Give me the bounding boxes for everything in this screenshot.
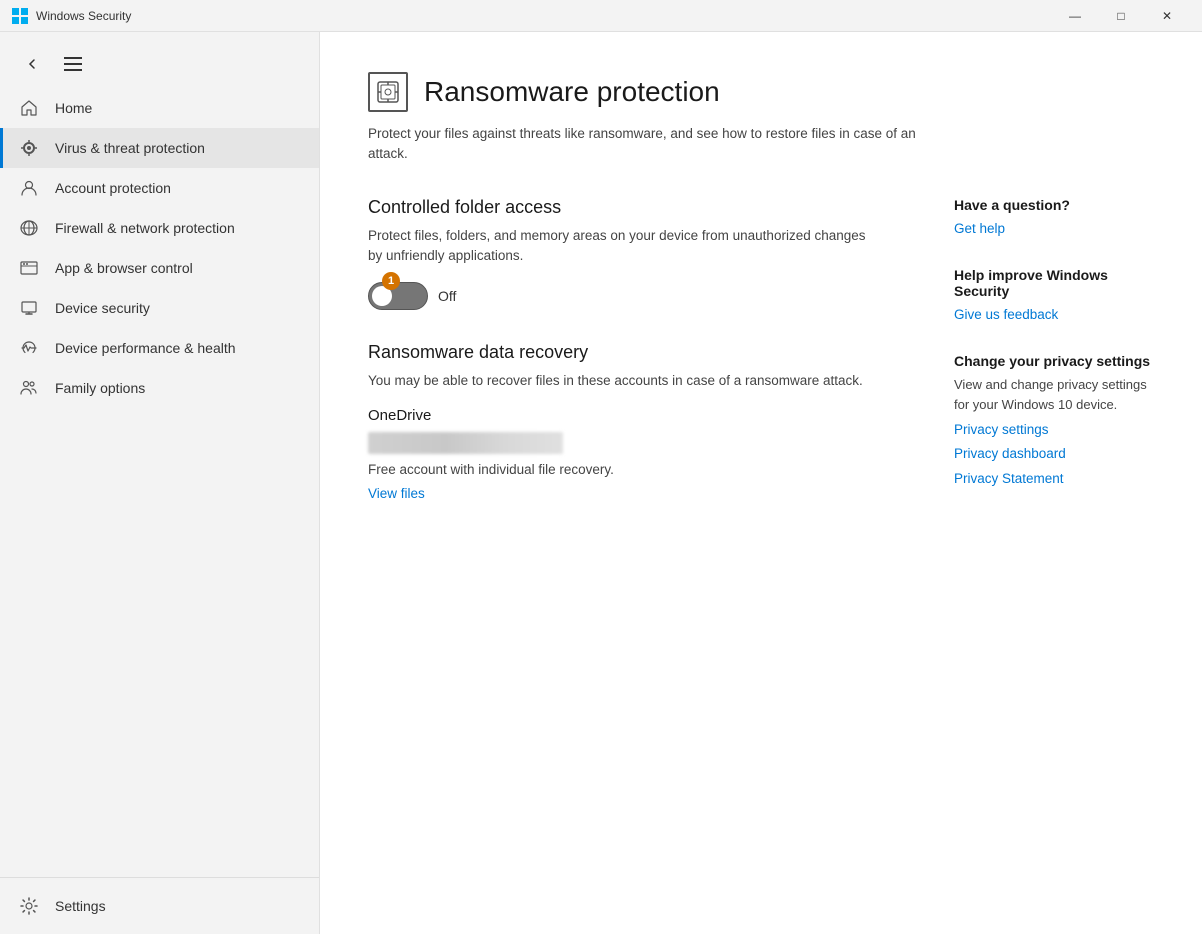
onedrive-section: OneDrive Free account with individual fi… — [368, 407, 914, 503]
sidebar-item-home[interactable]: Home — [0, 88, 319, 128]
aside-question-section: Have a question? Get help — [954, 197, 1154, 239]
get-help-link[interactable]: Get help — [954, 219, 1154, 239]
maximize-button[interactable]: □ — [1098, 0, 1144, 32]
titlebar: Windows Security — □ ✕ — [0, 0, 1202, 32]
sidebar-label-device-health: Device performance & health — [55, 340, 236, 356]
main-content: Ransomware protection Protect your files… — [320, 32, 1202, 934]
sidebar-top — [0, 40, 319, 88]
onedrive-desc: Free account with individual file recove… — [368, 462, 914, 477]
view-files-link[interactable]: View files — [368, 486, 425, 501]
sidebar-label-account: Account protection — [55, 180, 171, 196]
content-aside: Have a question? Get help Help improve W… — [954, 197, 1154, 524]
toggle-badge: 1 — [382, 272, 400, 290]
device-security-icon — [19, 298, 39, 318]
virus-icon — [19, 138, 39, 158]
sidebar-label-browser: App & browser control — [55, 260, 193, 276]
aside-improve-section: Help improve Windows Security Give us fe… — [954, 267, 1154, 325]
content-main-area: Controlled folder access Protect files, … — [368, 197, 914, 524]
sidebar-item-browser[interactable]: App & browser control — [0, 248, 319, 288]
aside-question-heading: Have a question? — [954, 197, 1154, 213]
page-title: Ransomware protection — [424, 76, 720, 108]
toggle-container: 1 Off — [368, 282, 914, 310]
home-icon — [19, 98, 39, 118]
settings-icon — [19, 896, 39, 916]
device-health-icon — [19, 338, 39, 358]
sidebar-item-device-health[interactable]: Device performance & health — [0, 328, 319, 368]
privacy-settings-link[interactable]: Privacy settings — [954, 420, 1154, 440]
sidebar-label-settings: Settings — [55, 898, 106, 914]
sidebar: Home Virus & threat protection — [0, 32, 320, 934]
app-window: Home Virus & threat protection — [0, 32, 1202, 934]
sidebar-nav: Home Virus & threat protection — [0, 88, 319, 877]
account-icon — [19, 178, 39, 198]
sidebar-item-virus[interactable]: Virus & threat protection — [0, 128, 319, 168]
toggle-label: Off — [438, 288, 456, 304]
sidebar-label-family: Family options — [55, 380, 145, 396]
titlebar-title: Windows Security — [36, 9, 1052, 23]
sidebar-label-home: Home — [55, 100, 92, 116]
onedrive-title: OneDrive — [368, 407, 914, 424]
hamburger-icon[interactable] — [60, 53, 86, 75]
section2-title: Ransomware data recovery — [368, 342, 914, 363]
sidebar-label-firewall: Firewall & network protection — [55, 220, 235, 236]
aside-privacy-heading: Change your privacy settings — [954, 353, 1154, 369]
sidebar-item-account[interactable]: Account protection — [0, 168, 319, 208]
browser-icon — [19, 258, 39, 278]
privacy-statement-link[interactable]: Privacy Statement — [954, 469, 1154, 489]
sidebar-item-device-security[interactable]: Device security — [0, 288, 319, 328]
sidebar-item-settings[interactable]: Settings — [0, 886, 319, 926]
sidebar-item-firewall[interactable]: Firewall & network protection — [0, 208, 319, 248]
section1-title: Controlled folder access — [368, 197, 914, 218]
back-button[interactable] — [16, 48, 48, 80]
page-subtitle: Protect your files against threats like … — [368, 124, 948, 165]
firewall-icon — [19, 218, 39, 238]
aside-privacy-section: Change your privacy settings View and ch… — [954, 353, 1154, 489]
sidebar-label-device-security: Device security — [55, 300, 150, 316]
section1-desc: Protect files, folders, and memory areas… — [368, 226, 868, 267]
content-layout: Controlled folder access Protect files, … — [368, 197, 1154, 524]
privacy-dashboard-link[interactable]: Privacy dashboard — [954, 444, 1154, 464]
sidebar-item-family[interactable]: Family options — [0, 368, 319, 408]
minimize-button[interactable]: — — [1052, 0, 1098, 32]
titlebar-app-icon — [12, 8, 28, 24]
aside-privacy-text: View and change privacy settings for you… — [954, 375, 1154, 414]
give-feedback-link[interactable]: Give us feedback — [954, 305, 1154, 325]
onedrive-image — [368, 432, 563, 454]
titlebar-controls: — □ ✕ — [1052, 0, 1190, 32]
aside-improve-heading: Help improve Windows Security — [954, 267, 1154, 299]
section2-desc: You may be able to recover files in thes… — [368, 371, 868, 391]
page-header-icon — [368, 72, 408, 112]
sidebar-bottom: Settings — [0, 877, 319, 934]
sidebar-label-virus: Virus & threat protection — [55, 140, 205, 156]
close-button[interactable]: ✕ — [1144, 0, 1190, 32]
family-icon — [19, 378, 39, 398]
page-header: Ransomware protection — [368, 72, 1154, 112]
